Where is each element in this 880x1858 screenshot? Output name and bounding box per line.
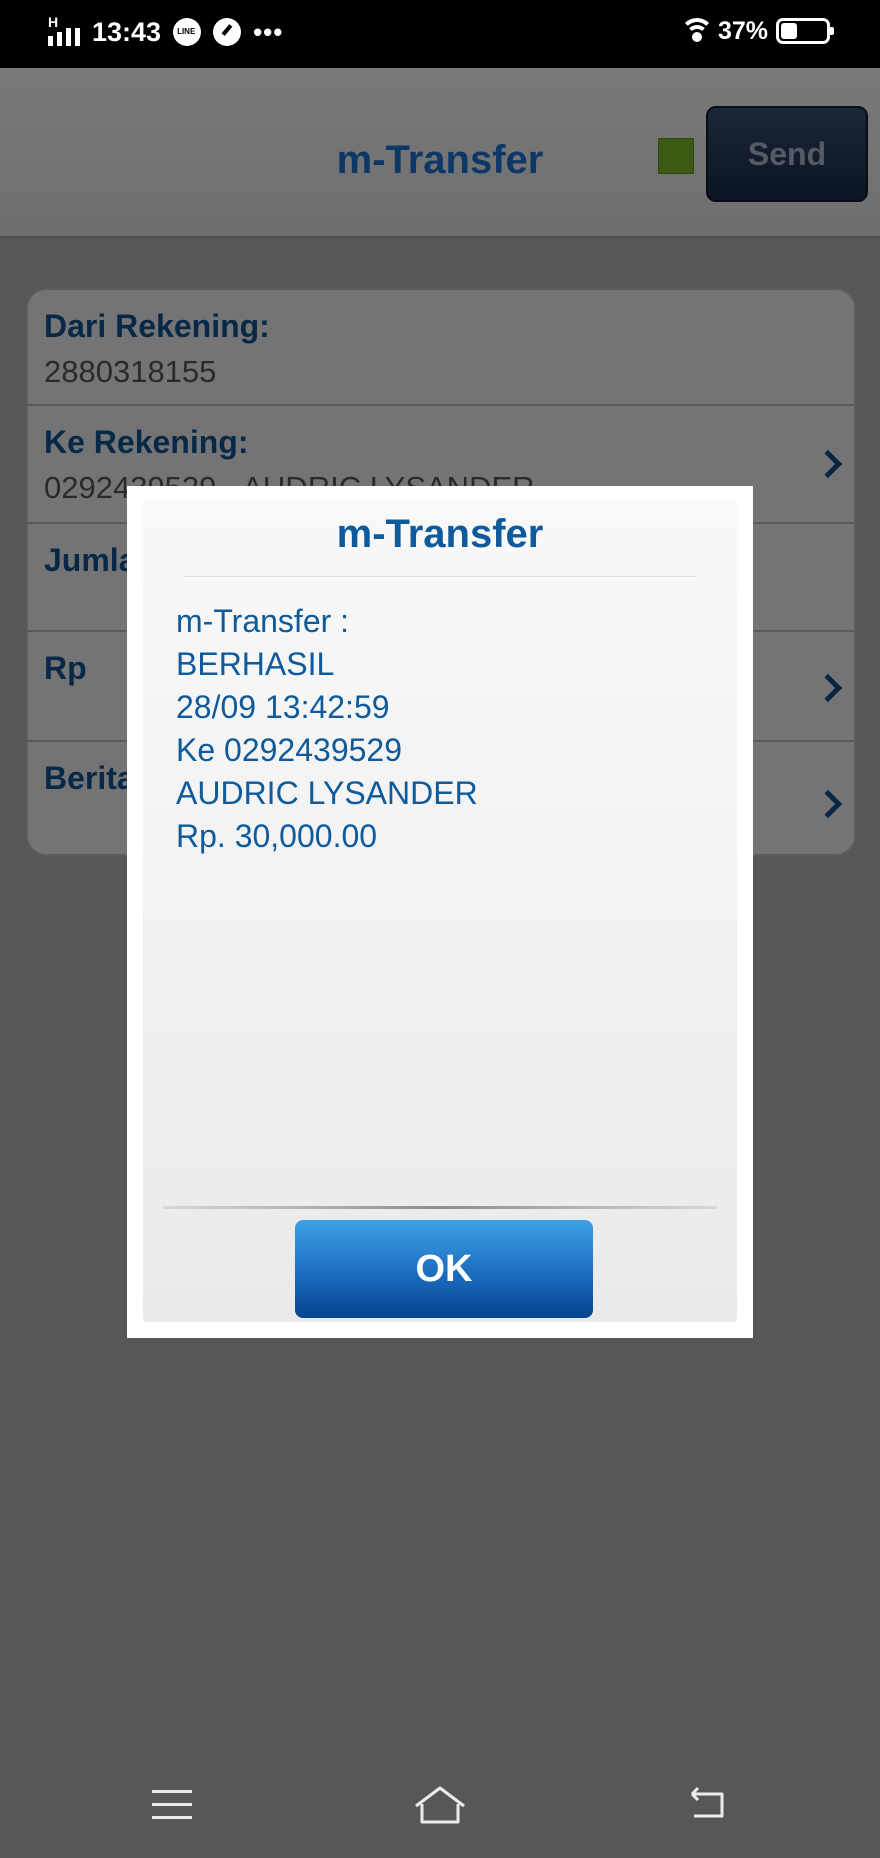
battery-icon bbox=[776, 18, 834, 44]
dialog-message: m-Transfer : BERHASIL 28/09 13:42:59 Ke … bbox=[176, 600, 478, 858]
battery-fill bbox=[781, 23, 797, 39]
ok-button[interactable]: OK bbox=[295, 1220, 593, 1318]
amount-label: Jumla bbox=[44, 542, 137, 578]
message-line: 28/09 13:42:59 bbox=[176, 689, 390, 725]
message-line: m-Transfer : bbox=[176, 603, 350, 639]
line-icon-label: LINE bbox=[177, 27, 196, 36]
from-account-value: 2880318155 bbox=[44, 354, 217, 389]
send-button[interactable]: Send bbox=[706, 106, 868, 202]
more-notifications-icon: ••• bbox=[253, 16, 284, 47]
signal-icon: H bbox=[46, 14, 86, 50]
menu-icon[interactable] bbox=[152, 1790, 192, 1820]
network-type-label: H bbox=[48, 14, 59, 30]
to-account-label: Ke Rekening: bbox=[44, 424, 249, 460]
from-account-row: Dari Rekening: 2880318155 bbox=[28, 290, 854, 406]
chevron-right-icon bbox=[813, 673, 843, 703]
system-nav-bar bbox=[0, 1760, 880, 1858]
line-app-icon: LINE bbox=[173, 18, 202, 46]
status-bar: H 13:43 LINE ••• 37% bbox=[0, 0, 880, 68]
dialog-title: m-Transfer bbox=[336, 512, 544, 556]
speed-gauge-icon bbox=[213, 18, 242, 46]
dialog-body: m-Transfer m-Transfer : BERHASIL 28/09 1… bbox=[143, 500, 737, 1322]
home-icon[interactable] bbox=[412, 1784, 468, 1828]
dialog-divider bbox=[163, 1206, 717, 1209]
message-line: Ke 0292439529 bbox=[176, 732, 402, 768]
battery-percent: 37% bbox=[717, 16, 768, 45]
message-label: Berita bbox=[44, 760, 135, 796]
dialog-divider bbox=[183, 576, 697, 577]
message-line: AUDRIC LYSANDER bbox=[176, 775, 478, 811]
wifi-icon bbox=[679, 16, 714, 46]
back-icon[interactable] bbox=[686, 1786, 728, 1822]
message-line: Rp. 30,000.00 bbox=[176, 818, 378, 854]
chevron-right-icon bbox=[813, 449, 843, 479]
status-indicator bbox=[658, 138, 694, 174]
message-line: BERHASIL bbox=[176, 646, 335, 682]
result-dialog: m-Transfer m-Transfer : BERHASIL 28/09 1… bbox=[127, 486, 753, 1338]
chevron-right-icon bbox=[813, 789, 843, 819]
clock: 13:43 bbox=[92, 16, 162, 47]
app-header: m-Transfer Send bbox=[0, 68, 880, 238]
currency-label: Rp bbox=[44, 650, 87, 686]
from-account-label: Dari Rekening: bbox=[44, 308, 270, 344]
